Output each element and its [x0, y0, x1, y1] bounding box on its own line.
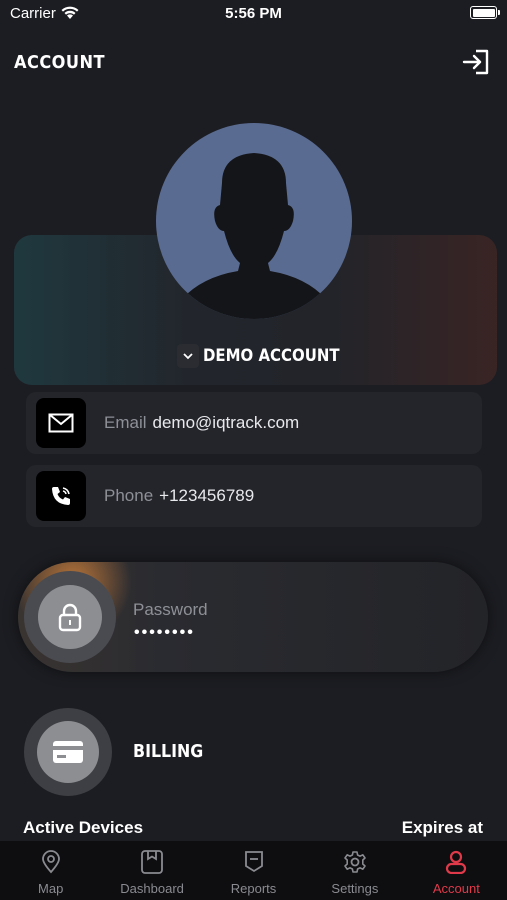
logout-icon[interactable] [461, 48, 491, 76]
mail-icon [36, 398, 86, 448]
tab-bar: Map Dashboard Reports Settings Account [0, 841, 507, 900]
email-value: demo@iqtrack.com [152, 413, 300, 432]
tab-settings[interactable]: Settings [304, 841, 405, 900]
tab-label: Settings [331, 881, 379, 896]
billing-label[interactable]: BILLING [133, 741, 203, 762]
password-value: •••••••• [134, 624, 195, 641]
map-pin-icon [41, 850, 60, 874]
battery-icon [470, 6, 500, 19]
email-label: Email [104, 413, 147, 432]
status-bar: Carrier 5:56 PM [0, 0, 507, 30]
chevron-down-icon[interactable] [177, 344, 199, 368]
tab-label: Account [432, 881, 480, 896]
account-name: DEMO ACCOUNT [203, 346, 340, 366]
page-title: ACCOUNT [14, 52, 106, 73]
email-row[interactable]: Email demo@iqtrack.com [26, 392, 482, 454]
phone-row[interactable]: Phone +123456789 [26, 465, 482, 527]
lock-button[interactable] [24, 571, 116, 663]
lock-icon [58, 603, 82, 632]
tab-map[interactable]: Map [0, 841, 101, 900]
password-label: Password [133, 600, 208, 619]
user-icon [446, 850, 467, 874]
phone-value: +123456789 [159, 486, 255, 505]
billing-button[interactable] [24, 708, 112, 796]
tab-reports[interactable]: Reports [203, 841, 304, 900]
credit-card-icon [53, 741, 83, 763]
expires-at-heading: Expires at [401, 818, 483, 837]
person-silhouette-icon [182, 153, 326, 319]
gear-icon [344, 851, 366, 873]
tab-account[interactable]: Account [406, 841, 507, 900]
tab-dashboard[interactable]: Dashboard [101, 841, 202, 900]
phone-label: Phone [104, 486, 154, 505]
tab-label: Dashboard [120, 881, 184, 896]
avatar[interactable] [156, 123, 352, 319]
reports-icon [244, 851, 263, 873]
dashboard-icon [141, 850, 164, 874]
account-selector[interactable]: DEMO ACCOUNT [177, 343, 358, 369]
tab-label: Reports [230, 881, 277, 896]
password-row[interactable]: Password •••••••• [18, 562, 488, 672]
active-devices-heading: Active Devices [23, 818, 144, 837]
tab-label: Map [38, 881, 64, 896]
phone-icon [36, 471, 86, 521]
status-time: 5:56 PM [225, 5, 282, 22]
